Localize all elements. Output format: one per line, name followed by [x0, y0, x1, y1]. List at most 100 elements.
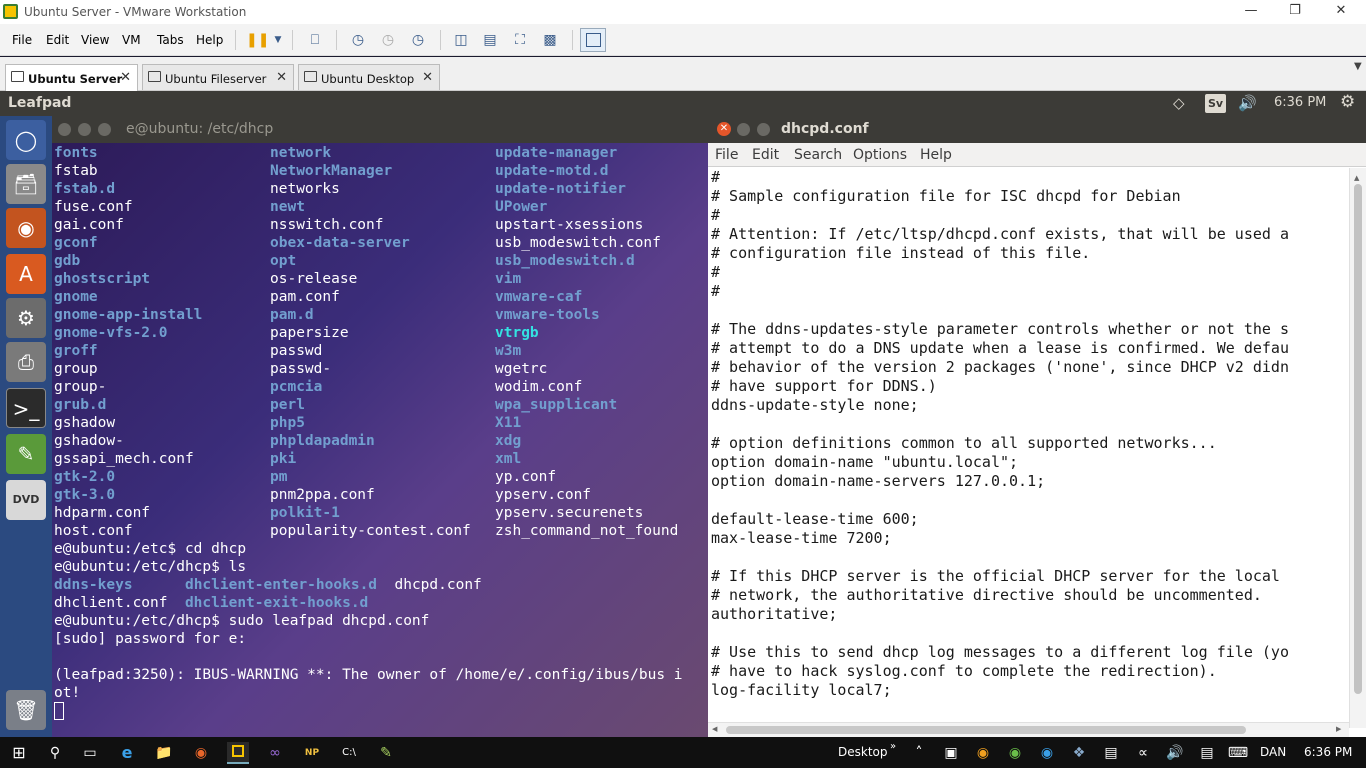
chevron-double-icon[interactable]: » [890, 741, 896, 752]
tab-ubuntu-fileserver[interactable]: Ubuntu Fileserver ✕ [142, 64, 294, 90]
menu-help[interactable]: Help [196, 33, 223, 47]
file-entry: php5 [270, 414, 471, 432]
file-entry: wodim.conf [495, 378, 678, 396]
chevron-up-icon[interactable]: ˄ [908, 742, 930, 764]
revert-snapshot-icon: ◷ [381, 32, 395, 48]
firefox-icon[interactable]: ◉ [6, 208, 46, 248]
keyboard-layout-indicator[interactable]: Sv [1205, 94, 1226, 113]
gear-icon[interactable]: ⚙ [1340, 92, 1355, 112]
keyboard-icon[interactable]: ⌨ [1227, 742, 1249, 764]
maximize-icon[interactable] [98, 123, 111, 136]
panel-clock[interactable]: 6:36 PM [1274, 95, 1326, 110]
terminal-text-segment: gdb [54, 253, 81, 269]
language-indicator[interactable]: DAN [1260, 745, 1286, 759]
close-icon[interactable]: ✕ [276, 70, 287, 85]
tray-app-icon[interactable]: ◉ [972, 742, 994, 764]
windows-start-icon[interactable]: ⊞ [8, 742, 30, 764]
taskbar-clock[interactable]: 6:36 PM [1304, 745, 1352, 759]
menu-edit[interactable]: Edit [46, 33, 69, 47]
tab-ubuntu-desktop[interactable]: Ubuntu Desktop ✕ [298, 64, 440, 90]
task-view-icon[interactable]: ▭ [79, 742, 101, 764]
chevron-down-icon[interactable]: ▼ [268, 30, 288, 50]
tab-label: Ubuntu Desktop [321, 72, 415, 86]
command-prompt-icon[interactable]: C:\ [338, 742, 360, 764]
network-icon[interactable]: ◇ [1173, 94, 1185, 112]
console-view-icon[interactable]: ▤ [480, 30, 500, 50]
dvd-icon[interactable]: DVD [6, 480, 46, 520]
trash-icon[interactable]: 🗑 [6, 690, 46, 730]
system-settings-icon[interactable]: ⚙ [6, 298, 46, 338]
scroll-left-icon[interactable]: ◀ [712, 725, 717, 733]
menu-view[interactable]: View [81, 33, 109, 47]
unity-icon[interactable]: ▩ [540, 30, 560, 50]
restore-button[interactable]: ❐ [1272, 0, 1318, 24]
fullscreen-icon[interactable]: ⛶ [510, 30, 530, 50]
tray-app-icon[interactable]: ◉ [1036, 742, 1058, 764]
scroll-right-icon[interactable]: ▶ [1336, 725, 1341, 733]
desktop-toolbar-label[interactable]: Desktop [838, 745, 888, 759]
menu-vm[interactable]: VM [122, 33, 141, 47]
scrollbar-thumb[interactable] [726, 726, 1246, 734]
notepad-plus-icon[interactable]: NP [301, 742, 323, 764]
pause-icon[interactable]: ❚❚ [246, 30, 269, 50]
file-explorer-icon[interactable]: 📁 [153, 742, 175, 764]
wifi-icon[interactable]: ∝ [1132, 742, 1154, 764]
action-center-icon[interactable]: ▤ [1196, 742, 1218, 764]
editor-line: default-lease-time 600; [711, 510, 919, 528]
terminal-output[interactable]: fonts fstab fstab.d fuse.conf gai.conf gconf g… [54, 144, 704, 734]
minimize-icon[interactable] [78, 123, 91, 136]
edge-icon[interactable]: e [116, 742, 138, 764]
minimize-icon[interactable] [737, 123, 750, 136]
terminal-line: ddns-keys dhclient-enter-hooks.d dhcpd.c… [54, 576, 683, 594]
terminal-icon[interactable]: >_ [6, 388, 46, 428]
horizontal-scrollbar[interactable]: ◀ ▶ [708, 722, 1349, 737]
menu-file[interactable]: File [12, 33, 32, 47]
close-icon[interactable]: ✕ [717, 122, 731, 136]
visual-studio-icon[interactable]: ∞ [264, 742, 286, 764]
vertical-scrollbar[interactable]: ▲ [1349, 168, 1366, 728]
vmware-taskbar-icon[interactable] [227, 742, 249, 764]
toolbar-separator [235, 30, 236, 50]
snapshot-icon[interactable]: ◷ [348, 30, 368, 50]
volume-icon[interactable]: 🔊 [1238, 94, 1257, 112]
dropbox-icon[interactable]: ❖ [1068, 742, 1090, 764]
view-library-button[interactable] [580, 28, 606, 52]
close-icon[interactable]: ✕ [120, 70, 131, 85]
tray-app-icon[interactable]: ▤ [1100, 742, 1122, 764]
leafpad-icon[interactable]: ✎ [6, 434, 46, 474]
snapshot-manager-icon[interactable]: ◷ [408, 30, 428, 50]
sidebar-toggle-icon[interactable]: ◫ [451, 30, 471, 50]
leafpad-window[interactable]: ✕ dhcpd.conf File Edit Search Options He… [708, 116, 1366, 737]
files-icon[interactable]: 🗃 [6, 164, 46, 204]
maximize-icon[interactable] [757, 123, 770, 136]
text-editor-area[interactable]: # # Sample configuration file for ISC dhc… [711, 168, 1348, 726]
notepad-icon[interactable]: ✎ [375, 742, 397, 764]
printer-icon[interactable]: ⎙ [6, 342, 46, 382]
tab-overflow-icon[interactable]: ▼ [1354, 61, 1362, 72]
tab-ubuntu-server[interactable]: Ubuntu Server ✕ [5, 64, 138, 92]
minimize-button[interactable]: — [1228, 0, 1274, 24]
menu-edit[interactable]: Edit [752, 147, 779, 163]
terminal-window[interactable]: e@ubuntu: /etc/dhcp fonts fstab fstab.d fus… [52, 116, 708, 737]
terminal-text-segment: xml [495, 451, 522, 467]
search-icon[interactable]: ⚲ [44, 742, 66, 764]
menu-tabs[interactable]: Tabs [157, 33, 184, 47]
scroll-up-icon[interactable]: ▲ [1354, 174, 1359, 182]
send-ctrl-alt-del-icon[interactable]: ⎕ [305, 30, 325, 50]
close-icon[interactable] [58, 123, 71, 136]
volume-icon[interactable]: 🔊 [1164, 742, 1186, 764]
tray-app-icon[interactable]: ▣ [940, 742, 962, 764]
tray-app-icon[interactable]: ◉ [1004, 742, 1026, 764]
close-icon[interactable]: ✕ [422, 70, 433, 85]
menu-search[interactable]: Search [794, 147, 842, 163]
menu-help[interactable]: Help [920, 147, 952, 163]
leafpad-title: dhcpd.conf [781, 121, 869, 137]
menu-options[interactable]: Options [853, 147, 907, 163]
firefox-icon[interactable]: ◉ [190, 742, 212, 764]
scrollbar-thumb[interactable] [1354, 184, 1362, 694]
dash-home-icon[interactable]: ◯ [6, 120, 46, 160]
menu-file[interactable]: File [715, 147, 738, 163]
close-button[interactable]: ✕ [1318, 0, 1364, 24]
software-center-icon[interactable]: A [6, 254, 46, 294]
